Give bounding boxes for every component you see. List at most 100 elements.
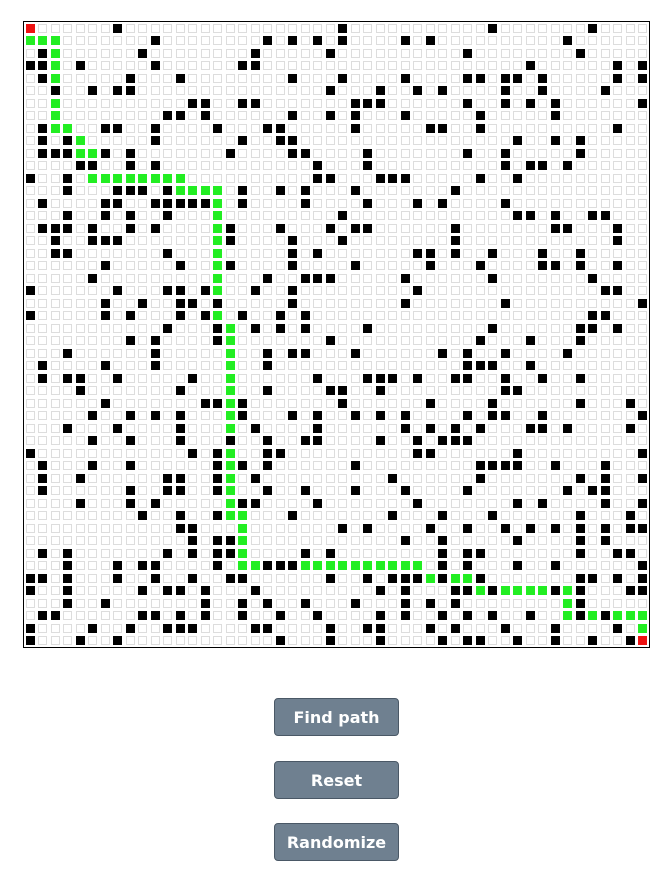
wall-cell[interactable] [125, 148, 135, 158]
grid-cell[interactable] [600, 61, 610, 71]
grid-cell[interactable] [413, 311, 423, 321]
grid-cell[interactable] [163, 386, 173, 396]
wall-cell[interactable] [288, 36, 298, 46]
wall-cell[interactable] [550, 461, 560, 471]
grid-cell[interactable] [350, 236, 360, 246]
grid-cell[interactable] [350, 323, 360, 333]
grid-cell[interactable] [388, 486, 398, 496]
grid-cell[interactable] [500, 136, 510, 146]
wall-cell[interactable] [513, 448, 523, 458]
grid-cell[interactable] [563, 623, 573, 633]
grid-cell[interactable] [463, 598, 473, 608]
grid-cell[interactable] [400, 123, 410, 133]
wall-cell[interactable] [450, 586, 460, 596]
grid-cell[interactable] [500, 173, 510, 183]
grid-cell[interactable] [313, 261, 323, 271]
wall-cell[interactable] [638, 498, 648, 508]
grid-cell[interactable] [50, 286, 60, 296]
grid-cell[interactable] [25, 123, 35, 133]
wall-cell[interactable] [113, 23, 123, 33]
grid-cell[interactable] [525, 248, 535, 258]
grid-cell[interactable] [563, 398, 573, 408]
grid-cell[interactable] [100, 161, 110, 171]
grid-cell[interactable] [475, 186, 485, 196]
grid-cell[interactable] [375, 211, 385, 221]
grid-cell[interactable] [350, 61, 360, 71]
grid-cell[interactable] [75, 311, 85, 321]
wall-cell[interactable] [238, 598, 248, 608]
grid-cell[interactable] [338, 98, 348, 108]
grid-cell[interactable] [538, 211, 548, 221]
grid-cell[interactable] [563, 123, 573, 133]
grid-cell[interactable] [475, 148, 485, 158]
grid-cell[interactable] [363, 586, 373, 596]
wall-cell[interactable] [625, 398, 635, 408]
grid-cell[interactable] [188, 73, 198, 83]
wall-cell[interactable] [50, 223, 60, 233]
grid-cell[interactable] [375, 498, 385, 508]
grid-cell[interactable] [113, 211, 123, 221]
grid-cell[interactable] [138, 86, 148, 96]
wall-cell[interactable] [550, 261, 560, 271]
grid-cell[interactable] [513, 198, 523, 208]
path-cell[interactable] [100, 173, 110, 183]
grid-cell[interactable] [238, 236, 248, 246]
grid-cell[interactable] [500, 448, 510, 458]
wall-cell[interactable] [400, 73, 410, 83]
grid-cell[interactable] [638, 23, 648, 33]
grid-cell[interactable] [375, 248, 385, 258]
grid-cell[interactable] [438, 223, 448, 233]
grid-cell[interactable] [50, 436, 60, 446]
grid-cell[interactable] [275, 161, 285, 171]
grid-cell[interactable] [563, 436, 573, 446]
wall-cell[interactable] [613, 261, 623, 271]
grid-cell[interactable] [150, 186, 160, 196]
grid-cell[interactable] [38, 98, 48, 108]
grid-cell[interactable] [175, 498, 185, 508]
wall-cell[interactable] [238, 573, 248, 583]
grid-cell[interactable] [475, 236, 485, 246]
grid-cell[interactable] [300, 223, 310, 233]
grid-cell[interactable] [38, 336, 48, 346]
wall-cell[interactable] [488, 461, 498, 471]
wall-cell[interactable] [575, 511, 585, 521]
grid-cell[interactable] [188, 411, 198, 421]
grid-cell[interactable] [488, 173, 498, 183]
grid-cell[interactable] [188, 498, 198, 508]
grid-cell[interactable] [550, 411, 560, 421]
grid-cell[interactable] [138, 211, 148, 221]
grid-cell[interactable] [525, 36, 535, 46]
wall-cell[interactable] [613, 323, 623, 333]
grid-cell[interactable] [388, 423, 398, 433]
grid-cell[interactable] [400, 636, 410, 646]
grid-cell[interactable] [600, 148, 610, 158]
grid-cell[interactable] [588, 298, 598, 308]
wall-cell[interactable] [100, 148, 110, 158]
grid-cell[interactable] [488, 86, 498, 96]
grid-cell[interactable] [200, 248, 210, 258]
grid-cell[interactable] [538, 136, 548, 146]
grid-cell[interactable] [125, 586, 135, 596]
grid-cell[interactable] [538, 386, 548, 396]
grid-cell[interactable] [613, 398, 623, 408]
grid-cell[interactable] [588, 148, 598, 158]
grid-cell[interactable] [150, 73, 160, 83]
grid-cell[interactable] [388, 398, 398, 408]
grid-cell[interactable] [363, 211, 373, 221]
wall-cell[interactable] [438, 198, 448, 208]
path-cell[interactable] [225, 398, 235, 408]
grid-cell[interactable] [300, 373, 310, 383]
wall-cell[interactable] [263, 386, 273, 396]
grid-cell[interactable] [600, 436, 610, 446]
grid-cell[interactable] [538, 461, 548, 471]
grid-cell[interactable] [463, 336, 473, 346]
wall-cell[interactable] [38, 73, 48, 83]
grid-cell[interactable] [400, 398, 410, 408]
grid-cell[interactable] [588, 61, 598, 71]
grid-cell[interactable] [125, 611, 135, 621]
wall-cell[interactable] [88, 461, 98, 471]
grid-cell[interactable] [50, 386, 60, 396]
grid-cell[interactable] [438, 161, 448, 171]
grid-cell[interactable] [175, 36, 185, 46]
grid-cell[interactable] [538, 598, 548, 608]
